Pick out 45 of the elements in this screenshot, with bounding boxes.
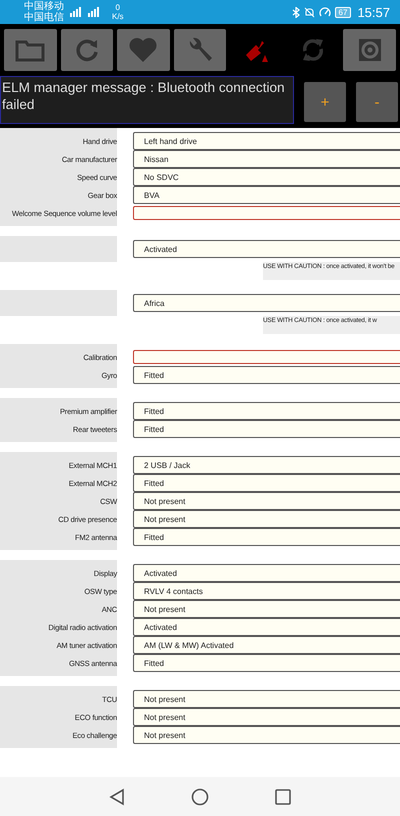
- carrier-name: 中国移动: [24, 1, 64, 12]
- refresh-button[interactable]: [60, 29, 114, 71]
- speed-value: 0: [116, 3, 120, 12]
- value-field[interactable]: Not present: [133, 600, 400, 618]
- value-field[interactable]: Fitted: [133, 420, 400, 438]
- value-field[interactable]: Activated: [133, 564, 400, 582]
- value-field[interactable]: No SDVC: [133, 168, 400, 186]
- value-field[interactable]: Activated: [133, 618, 400, 636]
- value-field[interactable]: Fitted: [133, 402, 400, 420]
- value-field[interactable]: Fitted: [133, 528, 400, 546]
- wrench-button[interactable]: [174, 29, 226, 71]
- heart-button[interactable]: [117, 29, 170, 71]
- home-icon[interactable]: [191, 788, 209, 806]
- value-field[interactable]: RVLV 4 contacts: [133, 582, 400, 600]
- settings-button[interactable]: [343, 29, 396, 71]
- back-icon[interactable]: [109, 788, 125, 806]
- value-field[interactable]: 2 USB / Jack: [133, 456, 400, 474]
- clock-time: 15:57: [357, 4, 390, 20]
- speed-unit: K/s: [112, 12, 124, 21]
- folder-button[interactable]: [4, 29, 57, 71]
- value-field[interactable]: Fitted: [133, 474, 400, 492]
- muted-bell-icon: [304, 6, 315, 18]
- recents-icon[interactable]: [275, 788, 291, 804]
- bluetooth-icon: [292, 6, 300, 18]
- value-field[interactable]: Not present: [133, 492, 400, 510]
- value-field[interactable]: Not present: [133, 690, 400, 708]
- value-field[interactable]: Not present: [133, 708, 400, 726]
- error-message: ELM manager message : Bluetooth connection failed: [0, 76, 294, 124]
- folder-icon: [15, 38, 46, 62]
- value-field[interactable]: Fitted: [133, 366, 400, 384]
- value-field[interactable]: Fitted: [133, 654, 400, 672]
- heart-icon: [128, 37, 158, 63]
- value-field[interactable]: Africa: [133, 294, 400, 312]
- value-field[interactable]: [133, 206, 400, 220]
- carrier-name: 中国电信: [24, 12, 64, 23]
- value-field[interactable]: AM (LW & MW) Activated: [133, 636, 400, 654]
- battery-indicator: 67: [334, 6, 352, 18]
- value-field[interactable]: BVA: [133, 186, 400, 204]
- value-field[interactable]: [133, 350, 400, 364]
- value-field[interactable]: Nissan: [133, 150, 400, 168]
- value-field[interactable]: Not present: [133, 510, 400, 528]
- value-field[interactable]: Activated: [133, 240, 400, 258]
- speedometer-icon: [318, 6, 331, 18]
- value-field[interactable]: Left hand drive: [133, 132, 400, 150]
- value-field[interactable]: Not present: [133, 726, 400, 744]
